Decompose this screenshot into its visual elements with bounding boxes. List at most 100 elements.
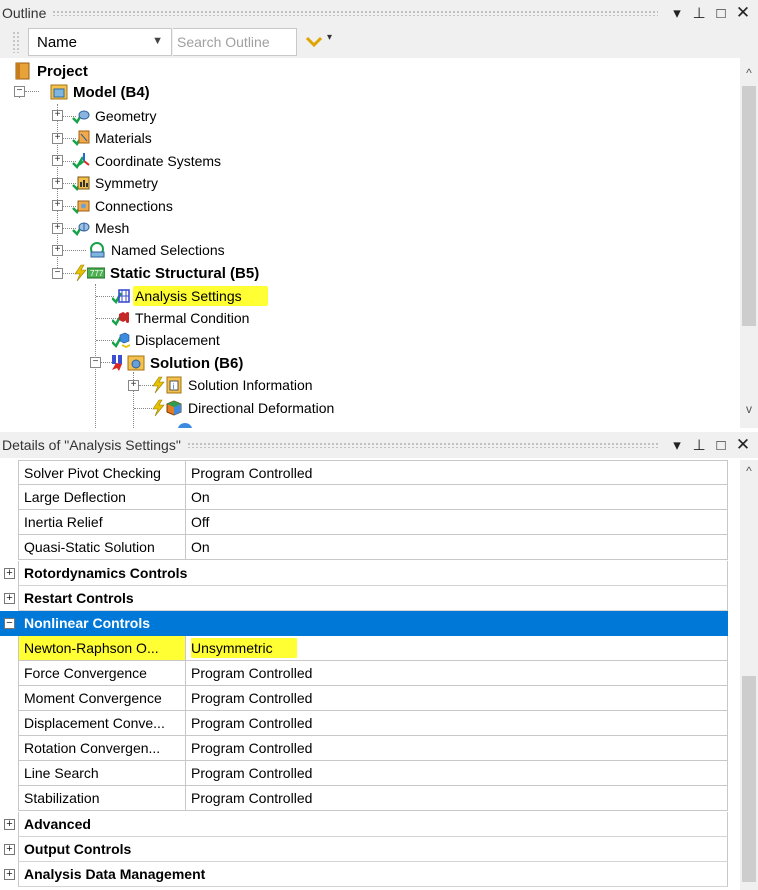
toolbar-more-icon[interactable]: ▾ bbox=[327, 32, 341, 52]
expand-toggle[interactable]: + bbox=[52, 245, 63, 256]
next-result-icon bbox=[178, 423, 192, 428]
expand-toggle[interactable]: + bbox=[4, 869, 15, 880]
solution-information-icon: i bbox=[166, 376, 182, 394]
property-value[interactable]: Program Controlled bbox=[186, 661, 728, 686]
dropdown-icon[interactable]: ▾ bbox=[666, 436, 688, 454]
maximize-icon[interactable]: □ bbox=[710, 437, 732, 454]
property-value[interactable]: Program Controlled bbox=[186, 460, 728, 485]
group-analysis-data-management[interactable]: + Analysis Data Management bbox=[0, 862, 728, 887]
expand-toggle[interactable]: + bbox=[4, 844, 15, 855]
expand-toggle[interactable]: + bbox=[52, 155, 63, 166]
collapse-toggle[interactable]: − bbox=[14, 86, 25, 97]
expand-toggle[interactable]: + bbox=[52, 110, 63, 121]
expand-toggle[interactable]: + bbox=[52, 223, 63, 234]
tree-node-mesh[interactable]: Mesh bbox=[72, 217, 131, 239]
details-row[interactable]: Line Search Program Controlled bbox=[0, 761, 728, 786]
dropdown-icon[interactable]: ▾ bbox=[666, 4, 688, 22]
collapse-toggle[interactable]: − bbox=[4, 618, 15, 629]
expand-toggle[interactable]: + bbox=[52, 133, 63, 144]
expand-toggle[interactable]: + bbox=[4, 819, 15, 830]
scrollbar-thumb[interactable] bbox=[742, 86, 756, 326]
tree-node-named-selections[interactable]: Named Selections bbox=[88, 239, 227, 261]
group-advanced[interactable]: + Advanced bbox=[0, 812, 728, 837]
details-row[interactable]: Moment Convergence Program Controlled bbox=[0, 686, 728, 711]
tree-node-static-structural[interactable]: 777 Static Structural (B5) bbox=[72, 262, 261, 284]
expand-toggle[interactable]: + bbox=[4, 593, 15, 604]
tree-node-symmetry[interactable]: Symmetry bbox=[72, 172, 160, 194]
property-value[interactable]: Program Controlled bbox=[186, 786, 728, 811]
tree-node-analysis-settings[interactable]: Analysis Settings bbox=[112, 285, 268, 307]
scrollbar-thumb[interactable] bbox=[742, 676, 756, 882]
scroll-up-icon[interactable]: ^ bbox=[740, 464, 758, 478]
expand-chevron-icon[interactable] bbox=[303, 30, 325, 52]
maximize-icon[interactable]: □ bbox=[710, 5, 732, 22]
property-name: Line Search bbox=[18, 761, 186, 786]
property-name: Moment Convergence bbox=[18, 686, 186, 711]
property-name: Force Convergence bbox=[18, 661, 186, 686]
tree-node-materials[interactable]: Materials bbox=[72, 127, 154, 149]
expand-toggle[interactable]: + bbox=[52, 200, 63, 211]
tree-node-connections[interactable]: Connections bbox=[72, 195, 175, 217]
details-row[interactable]: Large Deflection On bbox=[0, 485, 728, 510]
titlebar-grip[interactable] bbox=[186, 442, 658, 448]
filter-dropdown[interactable]: Name ▼ bbox=[28, 28, 172, 56]
close-icon[interactable]: ✕ bbox=[732, 3, 754, 23]
tree-node-geometry[interactable]: Geometry bbox=[72, 105, 158, 127]
connections-icon bbox=[72, 200, 90, 215]
tree-node-solution-information[interactable]: i Solution Information bbox=[150, 374, 315, 396]
scroll-down-icon[interactable]: v bbox=[740, 402, 758, 416]
scroll-up-icon[interactable]: ^ bbox=[740, 66, 758, 80]
tree-node-thermal-condition[interactable]: Thermal Condition bbox=[112, 307, 251, 329]
outline-tree: Project − Model (B4) + Geometry + Materi… bbox=[0, 58, 758, 428]
property-value-cell[interactable]: Unsymmetric bbox=[186, 636, 728, 661]
group-nonlinear-controls[interactable]: − Nonlinear Controls bbox=[0, 611, 728, 636]
details-row[interactable]: Displacement Conve... Program Controlled bbox=[0, 711, 728, 736]
collapse-toggle[interactable]: − bbox=[52, 268, 63, 279]
collapse-toggle[interactable]: − bbox=[90, 357, 101, 368]
property-value[interactable]: Off bbox=[186, 510, 728, 535]
details-title: Details of "Analysis Settings" bbox=[2, 437, 181, 453]
property-value[interactable]: On bbox=[186, 485, 728, 510]
details-row[interactable]: Force Convergence Program Controlled bbox=[0, 661, 728, 686]
filter-dropdown-value: Name bbox=[37, 34, 78, 51]
expand-toggle[interactable]: + bbox=[128, 380, 139, 391]
titlebar-grip[interactable] bbox=[52, 10, 658, 16]
group-output-controls[interactable]: + Output Controls bbox=[0, 837, 728, 862]
tree-node-project[interactable]: Project bbox=[14, 60, 90, 82]
svg-text:i: i bbox=[173, 382, 175, 391]
tree-node-directional-deformation[interactable]: Directional Deformation bbox=[150, 397, 336, 419]
toolbar-grip bbox=[12, 31, 20, 53]
group-rotordynamics-controls[interactable]: + Rotordynamics Controls bbox=[0, 561, 728, 586]
solution-status-icon bbox=[112, 355, 122, 371]
details-row[interactable]: Quasi-Static Solution On bbox=[0, 535, 728, 560]
property-value[interactable]: Program Controlled bbox=[186, 761, 728, 786]
details-scrollbar[interactable]: ^ bbox=[740, 460, 758, 890]
pin-icon[interactable]: ⊥ bbox=[688, 436, 710, 454]
search-input[interactable] bbox=[173, 28, 297, 56]
details-row[interactable]: Stabilization Program Controlled bbox=[0, 786, 728, 811]
outline-scrollbar[interactable]: ^ v bbox=[740, 58, 758, 428]
close-icon[interactable]: ✕ bbox=[732, 435, 754, 455]
tree-node-coordinate-systems[interactable]: Coordinate Systems bbox=[72, 150, 223, 172]
property-value[interactable]: On bbox=[186, 535, 728, 560]
property-value[interactable]: Program Controlled bbox=[186, 736, 728, 761]
expand-toggle[interactable]: + bbox=[52, 178, 63, 189]
tree-node-model[interactable]: Model (B4) bbox=[50, 81, 152, 103]
static-structural-icon: 777 bbox=[87, 267, 105, 279]
details-row[interactable]: Newton-Raphson O... Unsymmetric bbox=[0, 636, 728, 661]
group-restart-controls[interactable]: + Restart Controls bbox=[0, 586, 728, 611]
property-name: Quasi-Static Solution bbox=[18, 535, 186, 560]
property-value[interactable]: Program Controlled bbox=[186, 711, 728, 736]
displacement-icon bbox=[112, 332, 130, 349]
details-row[interactable]: Rotation Convergen... Program Controlled bbox=[0, 736, 728, 761]
chevron-down-icon: ▼ bbox=[152, 35, 163, 47]
tree-node-solution[interactable]: Solution (B6) bbox=[108, 352, 245, 374]
pin-icon[interactable]: ⊥ bbox=[688, 4, 710, 22]
property-name: Displacement Conve... bbox=[18, 711, 186, 736]
symmetry-icon bbox=[72, 176, 90, 192]
details-row[interactable]: Inertia Relief Off bbox=[0, 510, 728, 535]
tree-node-displacement[interactable]: Displacement bbox=[112, 329, 222, 351]
details-row[interactable]: Solver Pivot Checking Program Controlled bbox=[0, 460, 728, 485]
expand-toggle[interactable]: + bbox=[4, 568, 15, 579]
property-value[interactable]: Program Controlled bbox=[186, 686, 728, 711]
